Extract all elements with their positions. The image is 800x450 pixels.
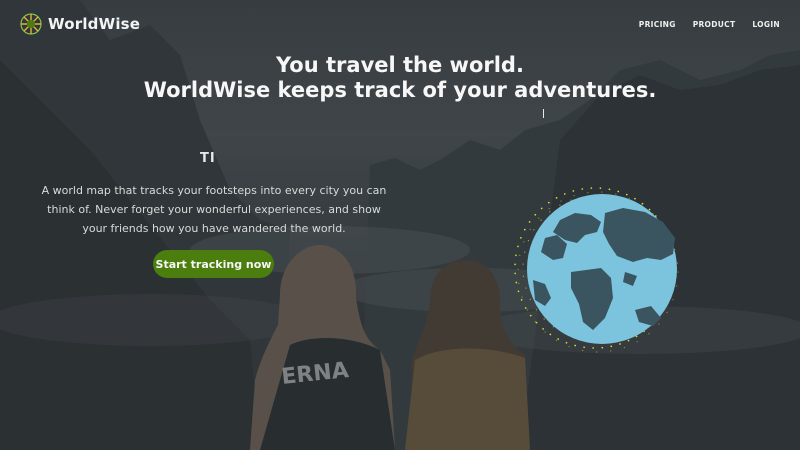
brand-name: WorldWise bbox=[48, 15, 141, 33]
headline-line-1: You travel the world. bbox=[276, 53, 524, 77]
leaf-grid-logo-icon bbox=[20, 13, 42, 35]
hero-headline: You travel the world. WorldWise keeps tr… bbox=[0, 53, 800, 103]
top-navbar: WorldWise PRICING PRODUCT LOGIN bbox=[0, 0, 800, 50]
typing-text: TI bbox=[200, 151, 216, 166]
nav-links: PRICING PRODUCT LOGIN bbox=[639, 20, 780, 29]
globe-illustration bbox=[514, 187, 679, 353]
hero-description: A world map that tracks your footsteps i… bbox=[41, 184, 387, 235]
nav-link-pricing[interactable]: PRICING bbox=[639, 20, 676, 29]
start-tracking-button[interactable]: Start tracking now bbox=[153, 250, 274, 278]
brand-logo-link[interactable]: WorldWise bbox=[20, 13, 140, 35]
nav-link-login[interactable]: LOGIN bbox=[752, 20, 780, 29]
text-cursor-mark bbox=[543, 109, 544, 118]
headline-line-2: WorldWise keeps track of your adventures… bbox=[143, 78, 657, 102]
hero-section: ERNA WorldWise PRICING PRODUCT LOGIN You… bbox=[0, 0, 800, 450]
nav-link-product[interactable]: PRODUCT bbox=[693, 20, 736, 29]
